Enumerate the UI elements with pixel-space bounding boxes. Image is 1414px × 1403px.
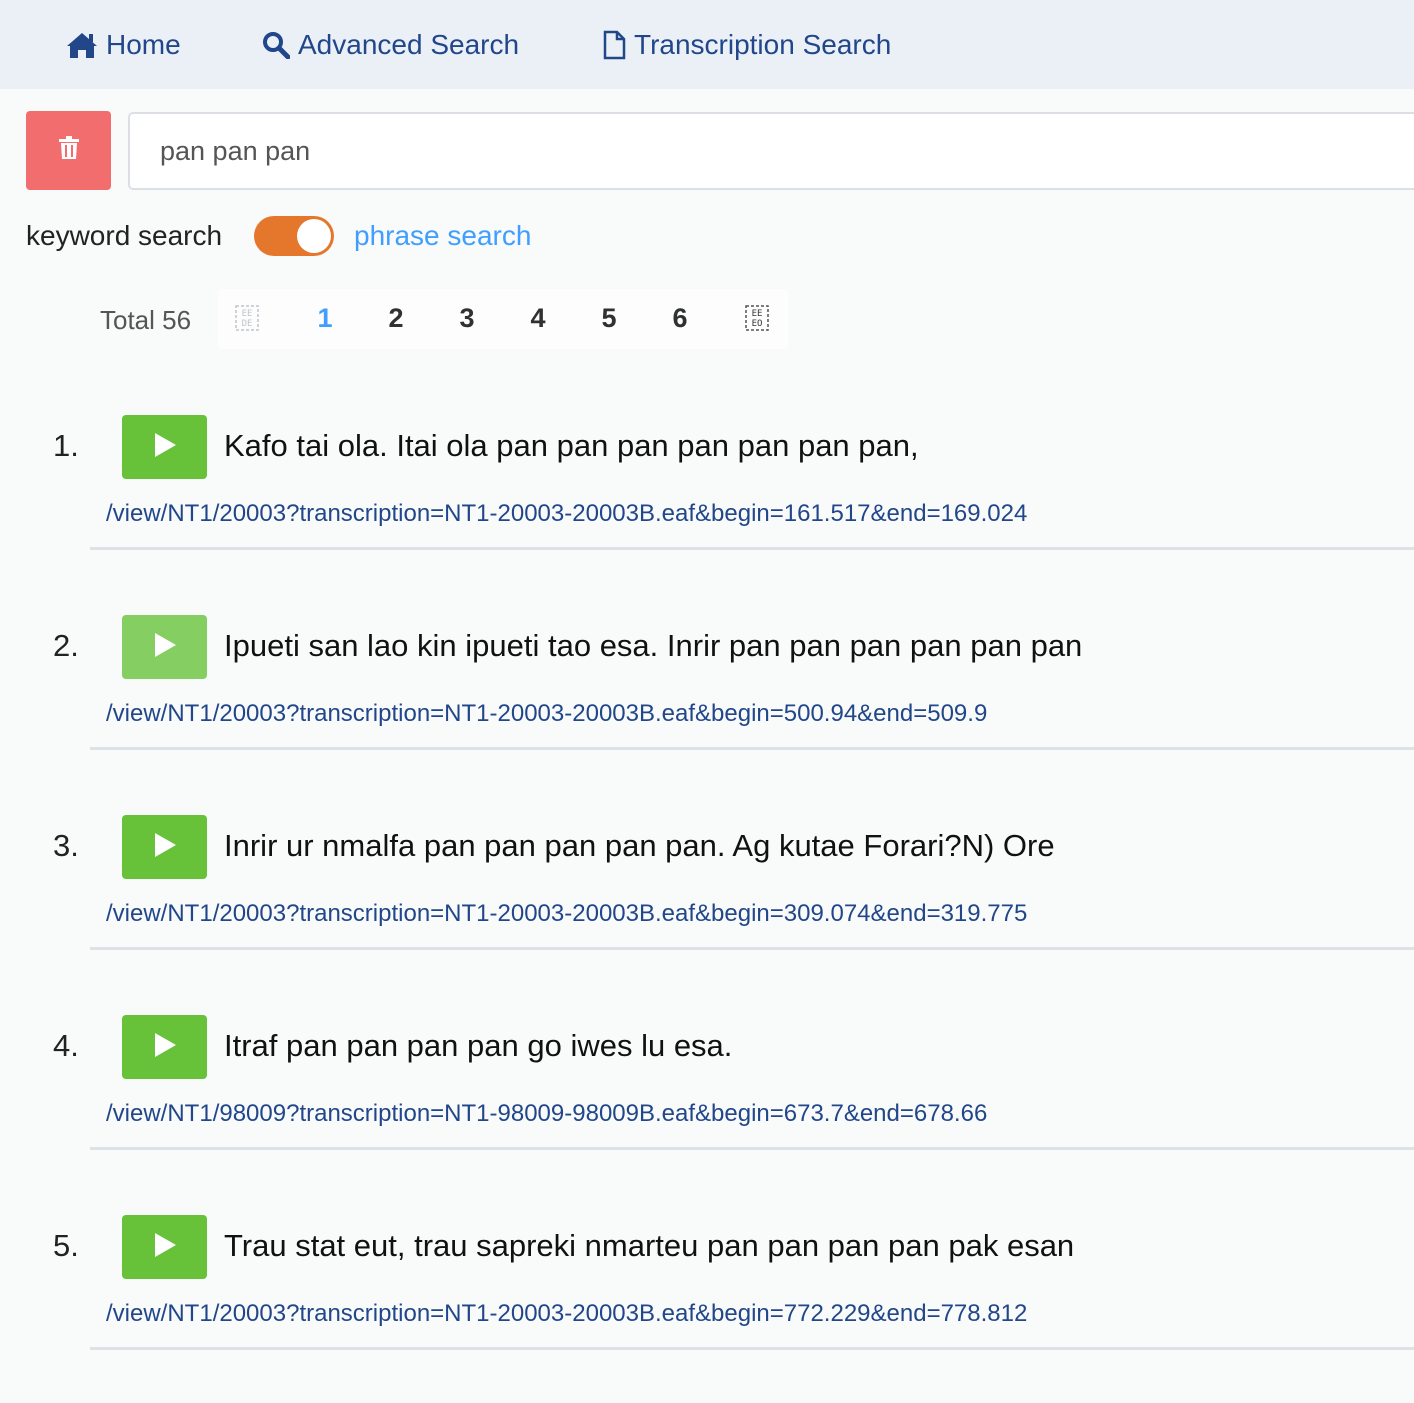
result-link[interactable]: /view/NT1/20003?transcription=NT1-20003-… — [106, 900, 1027, 928]
prev-page-icon[interactable]: EE DE — [235, 305, 259, 331]
result-item: 1. Kafo tai ola. Itai ola pan pan pan pa… — [0, 400, 1414, 600]
search-mode-toggle[interactable] — [254, 216, 334, 256]
page-1[interactable]: 1 — [305, 303, 345, 334]
nav-transcription-search-link[interactable]: Transcription Search — [602, 27, 891, 63]
result-divider — [90, 747, 1414, 750]
result-number: 1. — [53, 428, 79, 463]
play-button[interactable] — [122, 1215, 207, 1279]
page-4[interactable]: 4 — [518, 303, 558, 334]
result-text: Kafo tai ola. Itai ola pan pan pan pan p… — [224, 428, 919, 463]
document-icon — [602, 30, 626, 60]
result-item: 2. Ipueti san lao kin ipueti tao esa. In… — [0, 600, 1414, 800]
page-2[interactable]: 2 — [376, 303, 416, 334]
search-input[interactable] — [128, 112, 1414, 190]
nav-advanced-search-link[interactable]: Advanced Search — [262, 27, 519, 63]
play-button[interactable] — [122, 415, 207, 479]
play-icon — [153, 832, 177, 863]
result-text: Trau stat eut, trau sapreki nmarteu pan … — [224, 1228, 1075, 1263]
result-link[interactable]: /view/NT1/20003?transcription=NT1-20003-… — [106, 1300, 1027, 1328]
total-count: Total 56 — [100, 305, 192, 335]
svg-text:EE: EE — [752, 309, 763, 319]
svg-text:DE: DE — [242, 319, 253, 329]
result-text: Itraf pan pan pan pan go iwes lu esa. — [224, 1028, 733, 1063]
play-icon — [153, 1032, 177, 1063]
svg-text:EE: EE — [242, 309, 253, 319]
result-item: 4. Itraf pan pan pan pan go iwes lu esa.… — [0, 1000, 1414, 1200]
home-icon — [66, 31, 98, 59]
play-icon — [153, 432, 177, 463]
trash-icon — [58, 136, 80, 165]
clear-search-button[interactable] — [26, 111, 111, 190]
result-text: Inrir ur nmalfa pan pan pan pan pan. Ag … — [224, 828, 1055, 863]
nav-advanced-search-label: Advanced Search — [298, 29, 520, 60]
result-link[interactable]: /view/NT1/98009?transcription=NT1-98009-… — [106, 1100, 987, 1128]
play-icon — [153, 1232, 177, 1263]
result-link[interactable]: /view/NT1/20003?transcription=NT1-20003-… — [106, 700, 987, 728]
nav-transcription-search-label: Transcription Search — [634, 29, 892, 60]
result-divider — [90, 1347, 1414, 1350]
top-nav: Home Advanced Search Transcription Searc… — [0, 0, 1414, 89]
svg-text:EO: EO — [752, 319, 763, 329]
result-divider — [90, 1147, 1414, 1150]
result-number: 2. — [53, 628, 79, 663]
pagination: EE DE 1 2 3 4 5 6 EE EO — [218, 289, 788, 349]
result-number: 5. — [53, 1228, 79, 1263]
result-link[interactable]: /view/NT1/20003?transcription=NT1-20003-… — [106, 500, 1027, 528]
play-button[interactable] — [122, 1015, 207, 1079]
phrase-search-label[interactable]: phrase search — [354, 220, 531, 252]
nav-home-label: Home — [106, 29, 181, 60]
nav-home-link[interactable]: Home — [66, 27, 181, 63]
result-item: 5. Trau stat eut, trau sapreki nmarteu p… — [0, 1200, 1414, 1400]
next-page-icon[interactable]: EE EO — [745, 305, 769, 331]
play-icon — [153, 632, 177, 663]
result-divider — [90, 547, 1414, 550]
result-text: Ipueti san lao kin ipueti tao esa. Inrir… — [224, 628, 1083, 663]
play-button[interactable] — [122, 615, 207, 679]
toggle-knob — [297, 219, 331, 253]
page-3[interactable]: 3 — [447, 303, 487, 334]
result-number: 4. — [53, 1028, 79, 1063]
result-number: 3. — [53, 828, 79, 863]
play-button[interactable] — [122, 815, 207, 879]
keyword-search-label[interactable]: keyword search — [26, 220, 222, 252]
search-icon — [262, 31, 290, 59]
result-divider — [90, 947, 1414, 950]
page-5[interactable]: 5 — [589, 303, 629, 334]
page-6[interactable]: 6 — [660, 303, 700, 334]
result-item: 3. Inrir ur nmalfa pan pan pan pan pan. … — [0, 800, 1414, 1000]
